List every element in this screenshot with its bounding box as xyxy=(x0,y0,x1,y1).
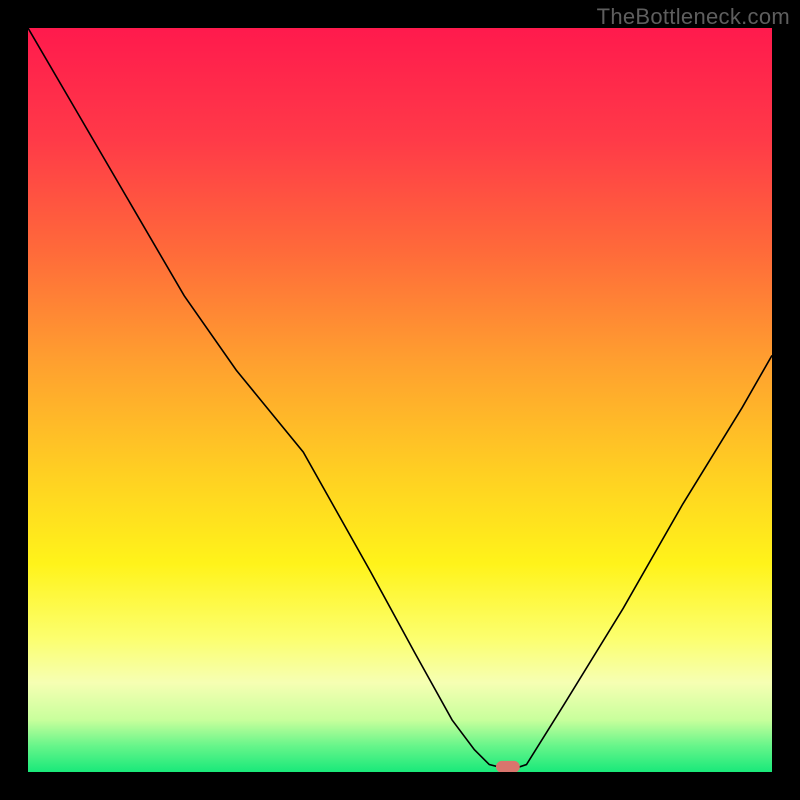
chart-plot-area xyxy=(28,28,772,772)
optimal-point-marker xyxy=(496,761,520,772)
chart-svg xyxy=(28,28,772,772)
watermark-text: TheBottleneck.com xyxy=(597,4,790,30)
chart-background xyxy=(28,28,772,772)
